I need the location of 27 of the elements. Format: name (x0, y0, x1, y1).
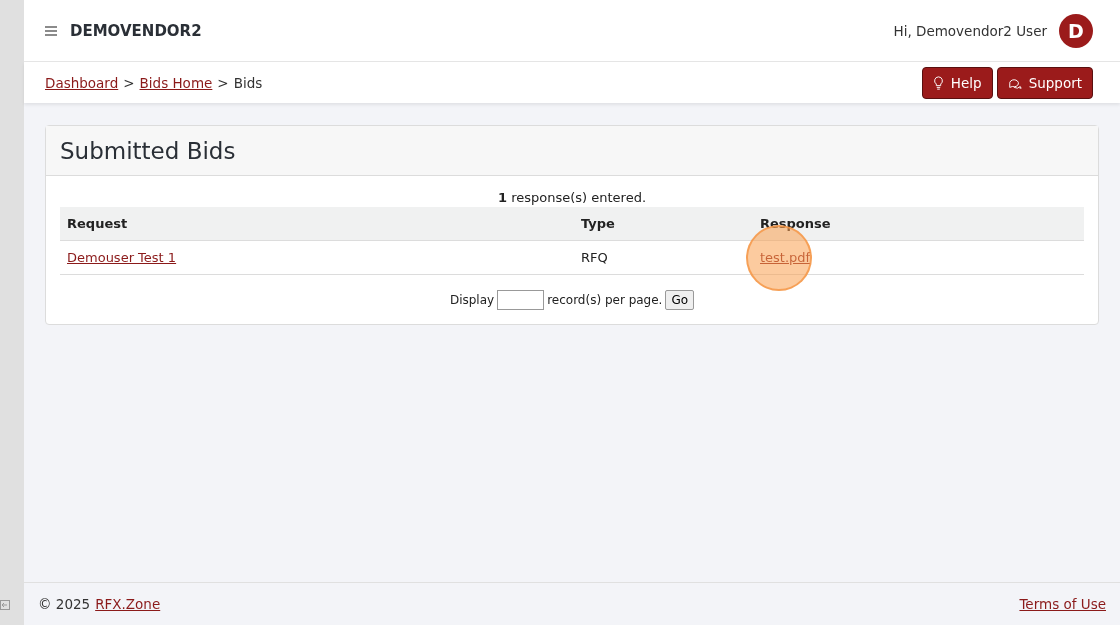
column-header: Type (574, 207, 753, 241)
breadcrumb-separator: > (217, 74, 229, 91)
terms-link[interactable]: Terms of Use (1019, 596, 1106, 612)
breadcrumb-separator: > (123, 74, 135, 91)
brand-name: DEMOVENDOR2 (70, 21, 202, 40)
response-count: 1 response(s) entered. (496, 190, 648, 205)
column-header: Response (753, 207, 1084, 241)
help-button[interactable]: Help (921, 66, 993, 99)
card-title: Submitted Bids (60, 137, 236, 164)
pager-label: Display (449, 293, 495, 307)
collapse-icon[interactable] (0, 600, 10, 610)
breadcrumb-link[interactable]: Bids Home (139, 74, 213, 91)
lightbulb-icon (932, 75, 944, 90)
request-link[interactable]: Demouser Test 1 (67, 250, 177, 265)
copyright-text: © 2025 (38, 596, 91, 612)
support-button[interactable]: Support (996, 66, 1093, 99)
page-size-field[interactable] (497, 290, 545, 310)
breadcrumb-link[interactable]: Dashboard (45, 74, 119, 91)
menu-icon[interactable] (45, 25, 57, 36)
table-cell: RFQ (581, 250, 608, 265)
breadcrumb-current: Bids (233, 74, 263, 91)
site-link[interactable]: RFX.Zone (95, 596, 161, 612)
user-greeting: Hi, Demovendor2 User (893, 22, 1047, 39)
user-avatar[interactable]: D (1059, 13, 1093, 48)
pager-label: record(s) per page. (547, 293, 663, 307)
go-button[interactable]: Go (665, 290, 695, 310)
column-header: Request (60, 207, 574, 241)
